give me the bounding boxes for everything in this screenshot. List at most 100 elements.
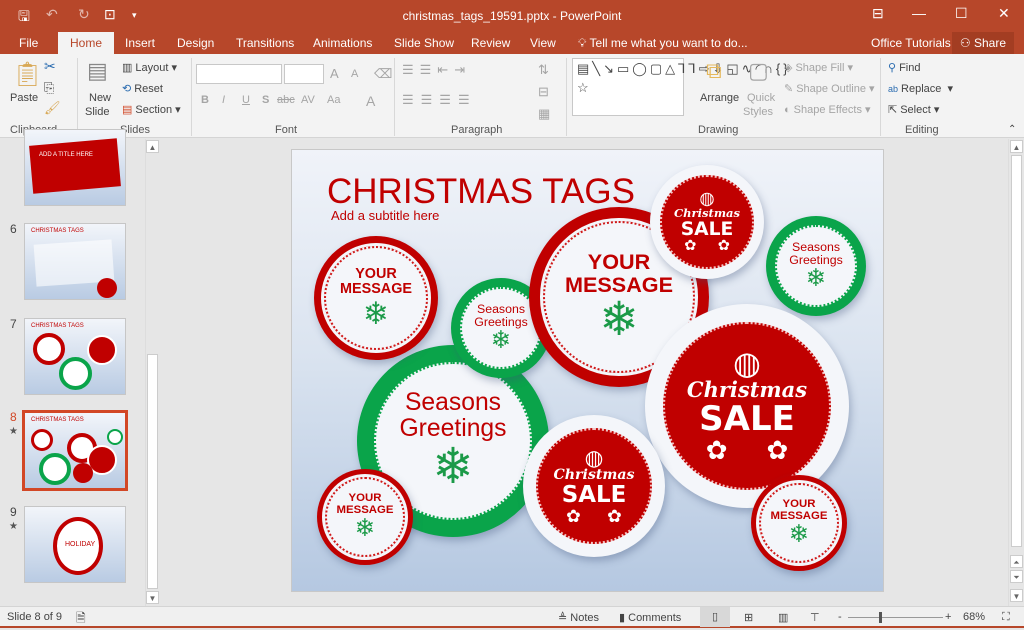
christmas-sale-tag-large[interactable]: ◍ Christmas SALE ✿✿ [645,304,849,508]
quick-styles-icon[interactable]: ▢ [748,58,769,84]
slide-thumbnail-9[interactable]: HOLIDAY [24,506,126,583]
italic-button[interactable]: I [222,94,225,106]
tell-me-search[interactable]: 💡︎ Tell me what you want to do... [578,36,748,51]
ribbon-display-icon[interactable]: ⊟ [872,5,884,22]
tab-transitions[interactable]: Transitions [236,36,294,50]
minimize-icon[interactable]: — [912,5,926,21]
arrange-icon[interactable]: ⧉ [706,58,722,84]
shape-fill-button[interactable]: ◈ Shape Fill ▾ [784,61,853,74]
comments-button[interactable]: ▮ Comments [619,611,681,624]
scrollbar-thumb[interactable] [1011,155,1022,547]
tab-slide-show[interactable]: Slide Show [394,36,454,50]
your-message-tag[interactable]: YOUR MESSAGE ❄ [314,236,438,360]
new-slide-label-1[interactable]: New [89,92,111,104]
text-direction-icon[interactable]: ⇅ [538,62,549,78]
close-icon[interactable]: ✕ [998,5,1010,22]
reading-view-icon[interactable]: ▥ [778,611,788,624]
smartart-icon[interactable]: ▦ [538,106,550,122]
fit-to-window-icon[interactable]: ⛶ [1002,611,1010,624]
font-name-input[interactable] [196,64,282,84]
replace-button[interactable]: ab Replace ▾ [888,82,953,95]
section-button[interactable]: ▤ Section ▾ [122,103,181,116]
replace-icon: ab [888,84,899,94]
scroll-down-button[interactable]: ▼ [1010,589,1023,602]
font-color-button[interactable]: A [366,93,375,109]
notes-button[interactable]: ≜ Notes [558,611,599,624]
maximize-icon[interactable]: ☐ [955,5,968,22]
format-painter-icon[interactable]: 🖌︎ [44,100,61,116]
normal-view-icon[interactable]: ▯ [700,607,730,627]
paste-button[interactable]: Paste [10,92,38,104]
shrink-font-button[interactable]: A [351,68,358,80]
scroll-up-button[interactable]: ▲ [146,140,159,153]
slide-thumbnail-7[interactable]: CHRISTMAS TAGS [24,318,126,395]
arrange-button[interactable]: Arrange [700,92,739,104]
select-button[interactable]: ⇱ Select ▾ [888,103,939,116]
spell-check-icon[interactable]: 🗎︎ [76,609,86,630]
animation-star-icon: ★ [9,521,18,532]
christmas-sale-tag-small[interactable]: ◍ Christmas SALE ✿✿ [650,165,764,279]
thumbnail-scrollbar[interactable]: ▲ ▼ [145,139,159,606]
slide-thumbnail-6[interactable]: CHRISTMAS TAGS [24,223,126,300]
shape-outline-label: Shape Outline [796,83,866,95]
tab-home[interactable]: Home [58,32,115,54]
slide-show-icon[interactable]: ⊤ [810,611,820,624]
shapes-gallery[interactable]: ▤╲↘▭◯▢△⅂⅂⇨⇩◱∿◜∩{}☆ [572,58,788,116]
zoom-slider[interactable] [848,617,943,618]
shape-outline-button[interactable]: ✎ Shape Outline ▾ [784,82,875,95]
zoom-slider-thumb[interactable] [878,612,882,623]
your-message-tag-bottom-left[interactable]: YOUR MESSAGE ❄ [317,469,413,565]
slide-title[interactable]: CHRISTMAS TAGS [327,172,635,212]
share-button[interactable]: ⚇ Share [951,32,1014,54]
slide-scrollbar[interactable]: ▲ ⏶ ⏷ ▼ [1008,139,1024,606]
shadow-button[interactable]: S [262,94,269,106]
previous-slide-button[interactable]: ⏶ [1010,555,1023,568]
tab-design[interactable]: Design [177,36,214,50]
tab-review[interactable]: Review [471,36,510,50]
tag-text: SALE [561,481,627,508]
scrollbar-thumb[interactable] [147,354,158,589]
alignment-buttons[interactable]: ☰☰☰☰ [402,92,477,108]
align-text-icon[interactable]: ⊟ [538,84,549,100]
your-message-tag-bottom-right[interactable]: YOUR MESSAGE ❄ [751,475,847,571]
quick-styles-label-2[interactable]: Styles [743,106,773,118]
new-slide-label-2[interactable]: Slide [85,106,109,118]
clear-formatting-icon[interactable]: ⌫ [374,66,392,82]
font-size-input[interactable] [284,64,324,84]
tab-file[interactable]: File [19,36,38,50]
slide-subtitle[interactable]: Add a subtitle here [331,208,439,223]
seasons-greetings-tag-right[interactable]: Seasons Greetings ❄ [766,216,866,316]
new-slide-icon[interactable]: ▤ [87,58,108,84]
zoom-out-button[interactable]: - [838,611,842,623]
scroll-up-button[interactable]: ▲ [1010,140,1023,153]
tab-animations[interactable]: Animations [313,36,372,50]
character-spacing-button[interactable]: AV [301,94,315,106]
zoom-level[interactable]: 68% [963,611,985,623]
paste-icon[interactable]: 📋︎ [12,60,42,89]
layout-button[interactable]: ▥ Layout ▾ [122,61,177,74]
tab-insert[interactable]: Insert [125,36,155,50]
collapse-ribbon-icon[interactable]: ⌃ [1008,124,1016,135]
christmas-sale-tag-bottom[interactable]: ◍ Christmas SALE ✿✿ [523,415,665,557]
slide-thumbnail-5[interactable]: ADD A TITLE HERE [24,129,126,206]
underline-button[interactable]: U [242,94,250,106]
grow-font-button[interactable]: A [330,66,339,81]
list-buttons[interactable]: ☰☰⇤⇥ [402,62,471,78]
change-case-button[interactable]: Aa [327,94,340,106]
next-slide-button[interactable]: ⏷ [1010,570,1023,583]
scroll-down-button[interactable]: ▼ [146,591,159,604]
slide-canvas[interactable]: CHRISTMAS TAGS Add a subtitle here Seaso… [291,149,884,592]
reset-button[interactable]: ⟲ Reset [122,82,163,95]
bold-button[interactable]: B [201,94,209,106]
zoom-in-button[interactable]: + [945,611,951,623]
tab-view[interactable]: View [530,36,556,50]
quick-styles-label-1[interactable]: Quick [747,92,775,104]
copy-icon[interactable]: ⎘ [44,80,54,96]
slide-sorter-icon[interactable]: ⊞ [744,611,753,624]
account-name[interactable]: Office Tutorials [871,36,951,50]
slide-thumbnail-8[interactable]: CHRISTMAS TAGS [22,410,128,491]
cut-icon[interactable]: ✂ [44,58,56,75]
shape-effects-button[interactable]: ◐ Shape Effects ▾ [784,103,871,116]
strikethrough-button[interactable]: abc [277,94,295,106]
find-button[interactable]: ⚲ Find [888,61,920,74]
